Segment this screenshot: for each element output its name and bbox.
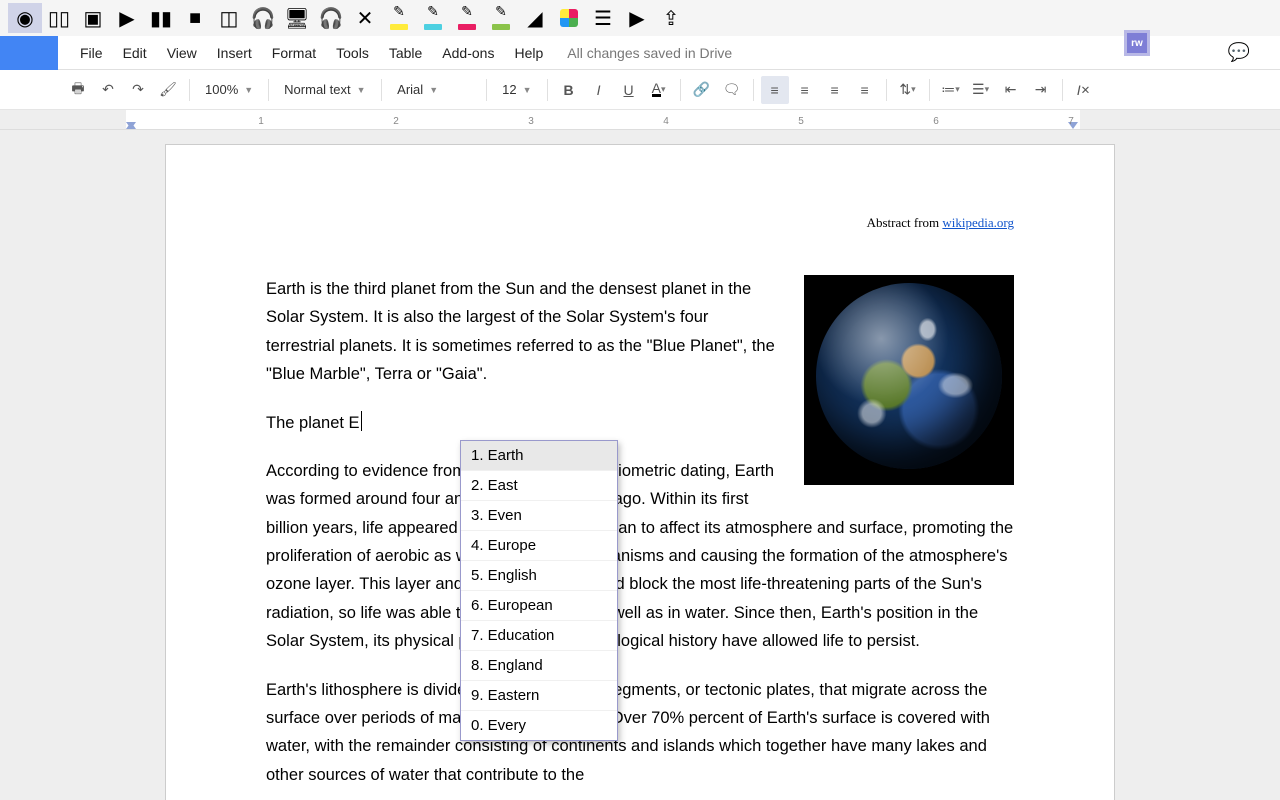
document-canvas[interactable]: Abstract from wikipedia.org Earth is the… (0, 130, 1280, 800)
menu-tools[interactable]: Tools (326, 36, 379, 70)
word-prediction-menu: 1. Earth2. East3. Even4. Europe5. Englis… (460, 440, 618, 741)
ruler-mark: 4 (663, 116, 669, 127)
comments-icon[interactable]: 💬 (1228, 42, 1250, 63)
redo-icon[interactable]: ↷ (124, 76, 152, 104)
save-status: All changes saved in Drive (553, 36, 746, 70)
text-cursor (361, 411, 363, 431)
addon-toolbar: ◉▯▯▣▶▮▮■◫🎧🖥🎧✕✎✎✎✎◢☰▶⇪ (0, 0, 1280, 36)
abstract-line: Abstract from wikipedia.org (266, 215, 1014, 231)
eraser-icon[interactable]: ◢ (518, 3, 552, 33)
undo-icon[interactable]: ↶ (94, 76, 122, 104)
horizontal-ruler[interactable]: 1 2 3 4 5 6 7 (0, 110, 1280, 130)
list-icon[interactable]: ☰ (586, 3, 620, 33)
menu-add-ons[interactable]: Add-ons (432, 36, 504, 70)
increase-indent-icon[interactable]: ⇥ (1027, 76, 1055, 104)
color-picker-icon[interactable] (552, 3, 586, 33)
prediction-option[interactable]: 3. Even (461, 501, 617, 531)
export-icon[interactable]: ⇪ (654, 3, 688, 33)
format-toolbar: 🖶 ↶ ↷ 🖌 100%▼ Normal text▼ Arial▼ 12▼ B … (0, 70, 1280, 110)
ruler-mark: 5 (798, 116, 804, 127)
highlight-cyan-icon[interactable]: ✎ (416, 3, 450, 33)
stop-icon[interactable]: ■ (178, 3, 212, 33)
headset-icon[interactable]: 🎧 (246, 3, 280, 33)
menu-bar: FileEditViewInsertFormatToolsTableAdd-on… (0, 36, 1280, 70)
ruler-mark: 1 (258, 116, 264, 127)
align-center-icon[interactable]: ≡ (791, 76, 819, 104)
prediction-option[interactable]: 7. Education (461, 621, 617, 651)
print-icon[interactable]: 🖶 (64, 76, 92, 104)
font-select[interactable]: Arial▼ (389, 76, 479, 104)
text-color-icon[interactable]: A ▾ (645, 76, 673, 104)
slideshow-icon[interactable]: ▶ (620, 3, 654, 33)
paint-format-icon[interactable]: 🖌 (154, 76, 182, 104)
readwrite-extension-icon[interactable]: rw (1124, 30, 1150, 56)
line-spacing-icon[interactable]: ⇅ ▾ (894, 76, 922, 104)
prediction-option[interactable]: 2. East (461, 471, 617, 501)
menu-format[interactable]: Format (262, 36, 326, 70)
docs-home-tab[interactable] (0, 36, 58, 70)
bulleted-list-icon[interactable]: ☰ ▾ (967, 76, 995, 104)
italic-icon[interactable]: I (585, 76, 613, 104)
paragraph-4[interactable]: Earth's lithosphere is divided into seve… (266, 676, 1014, 790)
profile-icon[interactable]: ◉ (8, 3, 42, 33)
underline-icon[interactable]: U (615, 76, 643, 104)
decrease-indent-icon[interactable]: ⇤ (997, 76, 1025, 104)
ruler-mark: 3 (528, 116, 534, 127)
ruler-mark: 6 (933, 116, 939, 127)
font-size-select[interactable]: 12▼ (494, 76, 539, 104)
insert-link-icon[interactable]: 🔗 (688, 76, 716, 104)
ruler-mark: 7 (1068, 116, 1074, 127)
pause-icon[interactable]: ▮▮ (144, 3, 178, 33)
shuffle-icon[interactable]: ✕ (348, 3, 382, 33)
menu-view[interactable]: View (157, 36, 207, 70)
prediction-option[interactable]: 4. Europe (461, 531, 617, 561)
play-icon[interactable]: ▶ (110, 3, 144, 33)
prediction-option[interactable]: 8. England (461, 651, 617, 681)
highlight-green-icon[interactable]: ✎ (484, 3, 518, 33)
paragraph-style-select[interactable]: Normal text▼ (276, 76, 374, 104)
prediction-option[interactable]: 0. Every (461, 711, 617, 740)
prediction-option[interactable]: 6. European (461, 591, 617, 621)
menu-file[interactable]: File (70, 36, 113, 70)
monitor-icon[interactable]: 🖥 (280, 3, 314, 33)
clear-formatting-icon[interactable]: I✕ (1070, 76, 1098, 104)
earth-image[interactable] (804, 275, 1014, 485)
numbered-list-icon[interactable]: ≔ ▾ (937, 76, 965, 104)
paragraph-3[interactable]: According to evidence from sources such … (266, 457, 1014, 656)
bold-icon[interactable]: B (555, 76, 583, 104)
menu-help[interactable]: Help (504, 36, 553, 70)
ruler-mark: 2 (393, 116, 399, 127)
prediction-option[interactable]: 5. English (461, 561, 617, 591)
book-icon[interactable]: ▯▯ (42, 3, 76, 33)
menu-edit[interactable]: Edit (113, 36, 157, 70)
highlight-magenta-icon[interactable]: ✎ (450, 3, 484, 33)
align-justify-icon[interactable]: ≡ (851, 76, 879, 104)
zoom-select[interactable]: 100%▼ (197, 76, 261, 104)
document-page[interactable]: Abstract from wikipedia.org Earth is the… (165, 144, 1115, 800)
wikipedia-link[interactable]: wikipedia.org (942, 215, 1014, 230)
align-left-icon[interactable]: ≡ (761, 76, 789, 104)
menu-table[interactable]: Table (379, 36, 432, 70)
select-icon[interactable]: ◫ (212, 3, 246, 33)
image-icon[interactable]: ▣ (76, 3, 110, 33)
highlight-yellow-icon[interactable]: ✎ (382, 3, 416, 33)
headphones-icon[interactable]: 🎧 (314, 3, 348, 33)
menu-insert[interactable]: Insert (207, 36, 262, 70)
prediction-option[interactable]: 1. Earth (461, 441, 617, 471)
prediction-option[interactable]: 9. Eastern (461, 681, 617, 711)
align-right-icon[interactable]: ≡ (821, 76, 849, 104)
insert-comment-icon[interactable]: 🗨 (718, 76, 746, 104)
